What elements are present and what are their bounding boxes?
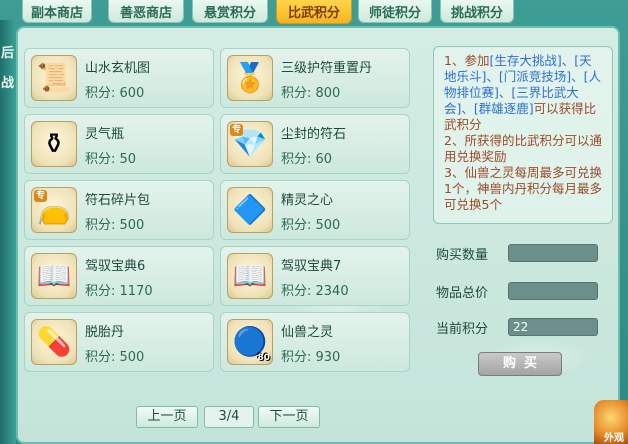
info-line3: 3、仙兽之灵每周最多可兑换1个，神兽内丹积分每月最多可兑换5个 [444, 165, 602, 212]
item-points: 积分: 600 [85, 86, 145, 101]
item-points: 积分: 500 [281, 218, 341, 233]
shop-item[interactable]: 🏅 三级护符重置丹 积分: 800 [220, 48, 410, 108]
total-price-label: 物品总价 [436, 286, 489, 301]
shop-item[interactable]: ⚱ 灵气瓶 积分: 50 [24, 114, 214, 174]
gold-amulet-icon: 🏅 [227, 55, 273, 101]
next-page-button[interactable]: 下一页 [258, 406, 320, 428]
vase-icon: ⚱ [31, 121, 77, 167]
left-side-strip: 后 战 [0, 20, 16, 444]
item-name: 尘封的符石 [281, 127, 347, 142]
item-points: 积分: 800 [281, 86, 341, 101]
spirit-heart-icon: 🔷 [227, 187, 273, 233]
shop-item[interactable]: 📜 山水玄机图 积分: 600 [24, 48, 214, 108]
item-name: 符石碎片包 [85, 193, 151, 208]
item-name: 山水玄机图 [85, 61, 151, 76]
book-icon: 📖 [227, 253, 273, 299]
scroll-icon: 📜 [31, 55, 77, 101]
buy-button[interactable]: 购买 [478, 352, 562, 376]
total-price-field [508, 282, 598, 300]
side-char: 战 [1, 76, 15, 91]
shop-item[interactable]: 🔷 精灵之心 积分: 500 [220, 180, 410, 240]
item-points: 积分: 930 [281, 350, 341, 365]
tab-arena-points[interactable]: 比武积分 [276, 0, 352, 24]
tab-mentor-points[interactable]: 师徒积分 [358, 0, 432, 23]
exclusive-badge: 专 [34, 190, 48, 202]
shop-item[interactable]: 💎 专 尘封的符石 积分: 60 [220, 114, 410, 174]
tab-challenge-points[interactable]: 挑战积分 [440, 0, 514, 23]
item-points: 积分: 2340 [281, 284, 349, 299]
corner-label: 外观 [604, 433, 624, 444]
shop-item[interactable]: 📖 驾驭宝典6 积分: 1170 [24, 246, 214, 306]
item-points: 积分: 1170 [85, 284, 153, 299]
current-points-field: 22 [508, 318, 598, 336]
info-line1-prefix: 1、参加 [444, 53, 490, 68]
tab-bounty-points[interactable]: 悬赏积分 [192, 0, 268, 23]
current-points-label: 当前积分 [436, 322, 489, 337]
exclusive-badge: 专 [230, 124, 244, 136]
book-icon: 📖 [31, 253, 77, 299]
pouch-icon: 👝 专 [31, 187, 77, 233]
item-points: 积分: 60 [281, 152, 333, 167]
blue-orb-icon: 🔵 80 [227, 319, 273, 365]
info-line2: 2、所获得的比武积分可以通用兑换奖励 [444, 133, 602, 164]
item-name: 驾驭宝典6 [85, 259, 146, 274]
pill-icon: 💊 [31, 319, 77, 365]
qty-input[interactable] [508, 244, 598, 262]
qty-label: 购买数量 [436, 248, 489, 263]
item-name: 灵气瓶 [85, 127, 125, 142]
shop-item[interactable]: 🔵 80 仙兽之灵 积分: 930 [220, 312, 410, 372]
prev-page-button[interactable]: 上一页 [136, 406, 198, 428]
side-char: 后 [1, 46, 15, 61]
shop-item[interactable]: 💊 脱胎丹 积分: 500 [24, 312, 214, 372]
tab-karma-shop[interactable]: 善恶商店 [108, 0, 184, 23]
item-name: 驾驭宝典7 [281, 259, 342, 274]
page-indicator: 3/4 [204, 406, 254, 428]
rules-info-box: 1、参加[生存大挑战]、[天地乐斗]、[门派竞技场]、[人物排位赛]、[三界比武… [433, 46, 613, 224]
item-points: 积分: 500 [85, 218, 145, 233]
item-name: 仙兽之灵 [281, 325, 334, 340]
shop-item[interactable]: 👝 专 符石碎片包 积分: 500 [24, 180, 214, 240]
item-points: 积分: 50 [85, 152, 137, 167]
item-name: 脱胎丹 [85, 325, 125, 340]
tab-dungeon-shop[interactable]: 副本商店 [22, 0, 92, 23]
item-name: 精灵之心 [281, 193, 334, 208]
item-points: 积分: 500 [85, 350, 145, 365]
gem-stone-icon: 💎 专 [227, 121, 273, 167]
item-count: 80 [257, 353, 270, 363]
item-name: 三级护符重置丹 [281, 61, 373, 76]
shop-item[interactable]: 📖 驾驭宝典7 积分: 2340 [220, 246, 410, 306]
